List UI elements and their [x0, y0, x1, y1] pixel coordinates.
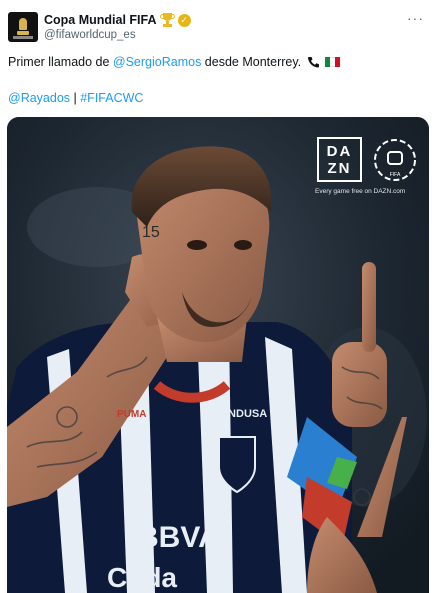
dazn-promo-text: Every game free on DAZN.com: [315, 188, 406, 195]
jersey-brand-text: PUMA: [117, 409, 146, 420]
more-options-icon[interactable]: ···: [407, 10, 424, 26]
jersey-back-text: Coda: [107, 562, 177, 593]
tweet-header: Copa Mundial FIFA ✓ @fifaworldcup_es ···: [8, 10, 428, 46]
tag-separator: |: [70, 91, 81, 105]
dazn-logo: DA ZN: [317, 137, 362, 182]
rayados-mention-link[interactable]: @Rayados: [8, 91, 70, 105]
tweet-text: Primer llamado de @SergioRamos desde Mon…: [8, 55, 428, 70]
verified-icon[interactable]: ✓: [177, 13, 191, 27]
display-name[interactable]: Copa Mundial FIFA: [44, 13, 157, 27]
jersey-maker-text: INDUSA: [225, 408, 267, 420]
dazn-logo-line-1: DA: [326, 143, 353, 160]
trophy-base: [17, 31, 29, 35]
club-world-cup-logo: FIFA: [374, 139, 416, 181]
jersey-sponsor-text: BBVA: [137, 521, 220, 554]
mexico-flag-icon: [325, 57, 341, 67]
club-world-cup-sub: FIFA: [390, 172, 401, 178]
dazn-logo-line-2: ZN: [327, 160, 352, 177]
tweet-text-part: Primer llamado de: [8, 55, 113, 69]
hashtag-link[interactable]: #FIFACWC: [80, 91, 143, 105]
tweet-text-part: desde Monterrey.: [201, 55, 302, 69]
account-avatar[interactable]: [8, 12, 38, 42]
tweet-tags: @Rayados | #FIFACWC: [8, 91, 143, 106]
mention-link[interactable]: @SergioRamos: [113, 55, 201, 69]
tweet-image[interactable]: 15 INDUSA PUMA BBVA Coda DA ZN FIFA Ever…: [7, 117, 429, 593]
name-row: Copa Mundial FIFA ✓: [44, 12, 191, 28]
phone-icon: [307, 57, 319, 68]
trophy-logo-icon: [19, 18, 27, 30]
trophy-icon: [159, 13, 175, 27]
neck-tattoo-number: 15: [142, 224, 160, 241]
account-handle[interactable]: @fifaworldcup_es: [44, 29, 136, 41]
logo-wordmark: [13, 36, 33, 39]
